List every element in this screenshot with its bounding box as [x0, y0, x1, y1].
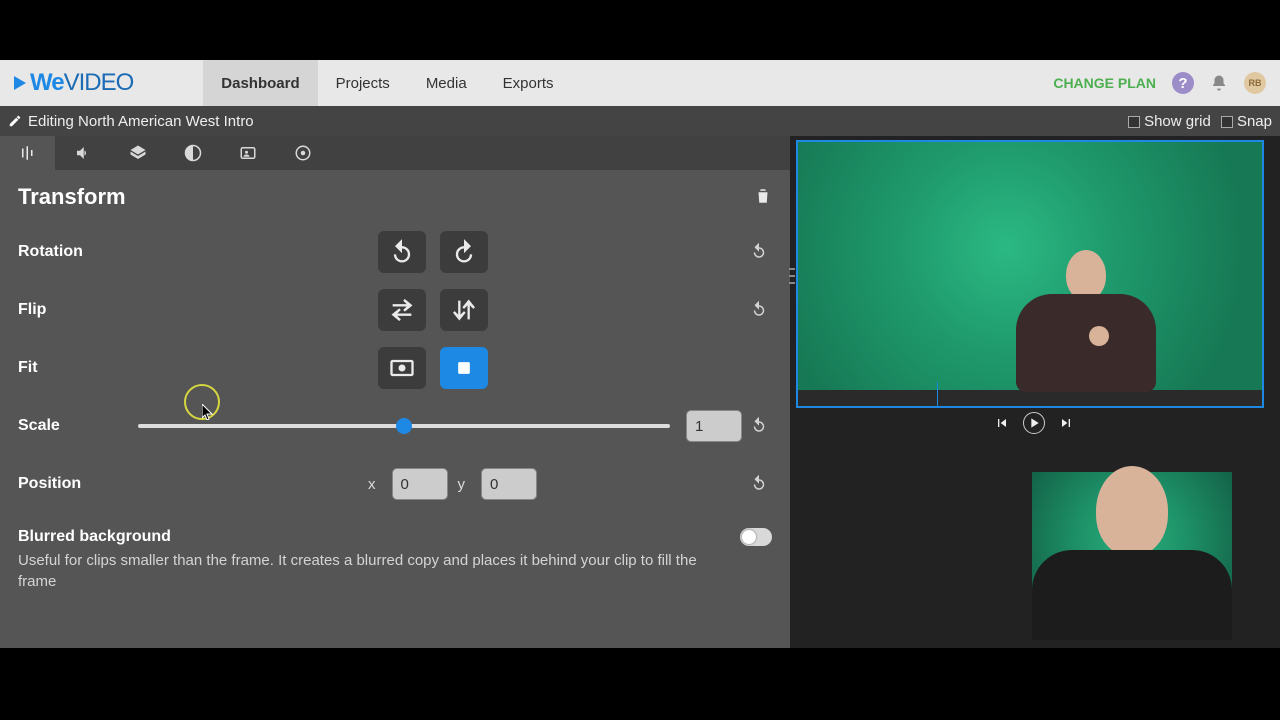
fit-fill-button[interactable]: [440, 347, 488, 389]
position-label: Position: [18, 475, 178, 493]
webcam-pip: [1032, 472, 1232, 640]
tab-frame[interactable]: [220, 136, 275, 170]
trash-icon: [754, 187, 772, 205]
snap-toggle[interactable]: Snap: [1221, 113, 1272, 130]
person-silhouette: [1016, 250, 1156, 392]
scale-slider[interactable]: [138, 424, 670, 428]
tab-transform[interactable]: [0, 136, 55, 170]
next-frame-button[interactable]: [1055, 412, 1077, 434]
undo-icon: [750, 242, 768, 260]
property-tabbar: [0, 136, 790, 170]
letterbox-bottom: [0, 648, 1280, 712]
volume-icon: [74, 144, 92, 162]
user-avatar[interactable]: RB: [1244, 72, 1266, 94]
flip-horizontal-button[interactable]: [378, 289, 426, 331]
logo-mark-icon: [14, 76, 26, 90]
rotate-ccw-icon: [388, 238, 416, 266]
pane-resize-handle[interactable]: [789, 268, 795, 284]
layers-icon: [129, 144, 147, 162]
help-icon[interactable]: ?: [1172, 72, 1194, 94]
reset-all-button[interactable]: [754, 187, 772, 208]
tab-layers[interactable]: [110, 136, 165, 170]
video-preview[interactable]: [796, 140, 1264, 408]
logo-text: WeVIDEO: [30, 69, 133, 97]
tab-audio[interactable]: [55, 136, 110, 170]
scale-input[interactable]: [686, 410, 742, 442]
prev-frame-button[interactable]: [991, 412, 1013, 434]
sliders-icon: [19, 144, 37, 162]
pencil-icon: [8, 114, 22, 128]
logo[interactable]: WeVIDEO: [14, 69, 133, 97]
flip-vertical-button[interactable]: [440, 289, 488, 331]
notifications-icon[interactable]: [1210, 73, 1228, 93]
fit-contain-icon: [388, 354, 416, 382]
editor-subheader: Editing North American West Intro Show g…: [0, 106, 1280, 136]
app-header: WeVIDEO Dashboard Projects Media Exports…: [0, 60, 1280, 106]
flip-v-icon: [450, 296, 478, 324]
flip-reset-button[interactable]: [746, 296, 772, 325]
blur-bg-description: Useful for clips smaller than the frame.…: [18, 550, 738, 592]
rotate-ccw-button[interactable]: [378, 231, 426, 273]
rotate-cw-button[interactable]: [440, 231, 488, 273]
change-plan-link[interactable]: CHANGE PLAN: [1053, 75, 1156, 91]
position-x-input[interactable]: [392, 468, 448, 500]
contrast-icon: [184, 144, 202, 162]
properties-panel: Transform Rotation: [0, 136, 790, 648]
letterbox-top: [0, 0, 1280, 60]
play-button[interactable]: [1023, 412, 1045, 434]
position-y-label: y: [458, 476, 466, 493]
scale-slider-thumb[interactable]: [396, 418, 412, 434]
main-nav: Dashboard Projects Media Exports: [203, 60, 571, 106]
scale-reset-button[interactable]: [746, 412, 772, 441]
toggle-knob: [742, 530, 756, 544]
panel-title: Transform: [18, 184, 126, 210]
rotation-label: Rotation: [18, 243, 178, 261]
undo-icon: [750, 300, 768, 318]
fit-label: Fit: [18, 359, 178, 377]
player-controls: [796, 408, 1272, 438]
selection-handle[interactable]: [937, 382, 938, 408]
nav-dashboard[interactable]: Dashboard: [203, 60, 317, 106]
blur-bg-label: Blurred background: [18, 528, 740, 546]
nav-projects[interactable]: Projects: [318, 60, 408, 106]
user-card-icon: [239, 144, 257, 162]
subtitle-icon: [294, 144, 312, 162]
flip-label: Flip: [18, 301, 178, 319]
nav-exports[interactable]: Exports: [485, 60, 572, 106]
fit-fill-icon: [450, 354, 478, 382]
rotation-reset-button[interactable]: [746, 238, 772, 267]
undo-icon: [750, 416, 768, 434]
position-reset-button[interactable]: [746, 470, 772, 499]
project-title: Editing North American West Intro: [28, 113, 254, 130]
position-y-input[interactable]: [481, 468, 537, 500]
flip-h-icon: [388, 296, 416, 324]
fit-contain-button[interactable]: [378, 347, 426, 389]
position-x-label: x: [368, 476, 376, 493]
undo-icon: [750, 474, 768, 492]
tab-animate[interactable]: [275, 136, 330, 170]
preview-pane: [790, 136, 1280, 648]
editor-main: Transform Rotation: [0, 136, 1280, 648]
blur-bg-toggle[interactable]: [740, 528, 772, 546]
nav-media[interactable]: Media: [408, 60, 485, 106]
tab-color[interactable]: [165, 136, 220, 170]
floor: [798, 390, 1262, 406]
show-grid-toggle[interactable]: Show grid: [1128, 113, 1211, 130]
rotate-cw-icon: [450, 238, 478, 266]
